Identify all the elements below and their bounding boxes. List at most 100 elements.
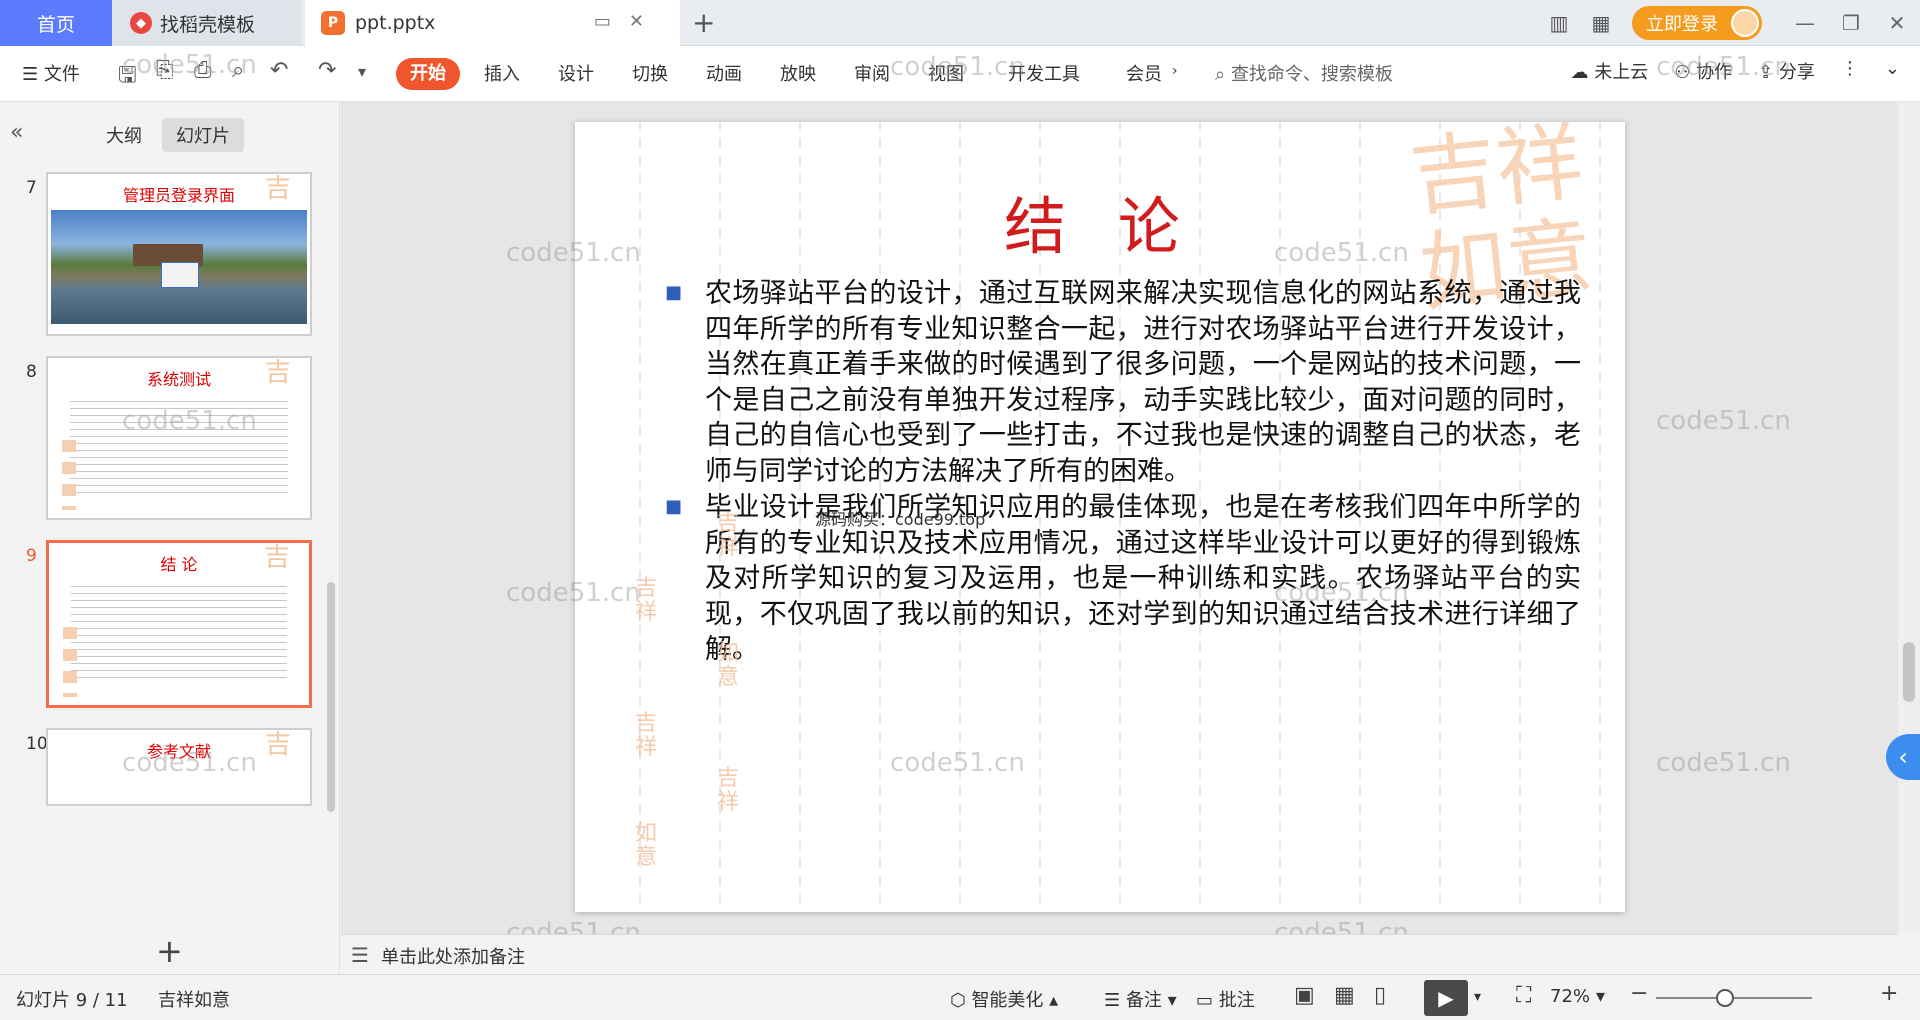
slide-counter: 幻灯片 9 / 11 (16, 990, 128, 1011)
slide-paragraph[interactable]: 农场驿站平台的设计，通过互联网来解决实现信息化的网站系统，通过我四年所学的所有专… (705, 276, 1581, 489)
seal-decoration: 吉祥 (716, 511, 739, 560)
cloud-status-button[interactable]: ☁ 未上云 (1571, 58, 1649, 84)
notes-bar[interactable]: ☰ 单击此处添加备注 (341, 934, 1898, 974)
avatar (1731, 9, 1759, 37)
ribbon-tab-member[interactable]: 会员 (1126, 60, 1162, 86)
apps-grid-icon[interactable]: ▦ (1580, 11, 1622, 35)
command-search[interactable]: ⌕ 查找命令、搜索模板 (1215, 60, 1393, 86)
zoom-out-icon[interactable]: − (1630, 981, 1648, 1006)
smart-beautify-button[interactable]: ⬡ 智能美化 ▴ (950, 986, 1058, 1012)
play-options-dropdown-icon[interactable]: ▾ (1474, 989, 1481, 1005)
seal-decoration: 如意 (716, 641, 739, 690)
file-menu[interactable]: ☰ 文件 (22, 60, 80, 86)
thumbnail-slide[interactable]: 系统测试 吉 (46, 356, 312, 520)
seal-decoration: 如意 (634, 821, 657, 870)
search-icon: ⌕ (1215, 64, 1226, 85)
thumbnail-text-lines (71, 583, 287, 683)
play-slideshow-icon[interactable]: ▶ (1424, 980, 1468, 1016)
cloud-status-label: 未上云 (1594, 62, 1649, 83)
ribbon-more-icon[interactable]: › (1172, 63, 1178, 79)
login-button[interactable]: 立即登录 (1632, 6, 1762, 40)
reading-view-icon[interactable]: ▯ (1374, 983, 1386, 1008)
watermark: code51.cn (122, 406, 257, 436)
ribbon-tab-start[interactable]: 开始 (396, 58, 460, 90)
tab-template-store[interactable]: ◆ 找稻壳模板 (112, 0, 302, 46)
new-tab-icon[interactable]: + (692, 6, 715, 39)
ribbon-tab-insert[interactable]: 插入 (484, 60, 520, 86)
zoom-dropdown-icon[interactable]: ▾ (1596, 986, 1605, 1007)
minimize-icon[interactable]: — (1782, 11, 1828, 35)
thumbnail-photo (51, 210, 307, 324)
watermark: code51.cn (1274, 238, 1409, 268)
slide-sorter-icon[interactable]: ▦ (1334, 983, 1355, 1008)
comment-icon: ▭ (1196, 990, 1219, 1011)
notes-button-label: 备注 (1125, 990, 1162, 1011)
notes-placeholder: 单击此处添加备注 (381, 947, 525, 968)
zoom-slider-handle[interactable] (1716, 989, 1734, 1007)
collapse-ribbon-icon[interactable]: ⌄ (1885, 58, 1900, 84)
add-slide-icon[interactable]: + (156, 932, 183, 970)
ribbon-tab-animation[interactable]: 动画 (706, 60, 742, 86)
watermark: code51.cn (506, 578, 641, 608)
smart-beautify-label: 智能美化 (971, 990, 1044, 1011)
tab-home-label: 首页 (36, 13, 75, 36)
thumbnail-slide-selected[interactable]: 结 论 吉 (46, 540, 312, 708)
thumbnail-seal-decoration (63, 627, 77, 697)
window-layout-icon[interactable]: ▥ (1538, 11, 1580, 35)
thumbnail-number: 7 (26, 178, 37, 198)
panel-scrollbar[interactable] (327, 582, 335, 812)
ribbon-tab-review[interactable]: 审阅 (854, 60, 890, 86)
tab-close-icon[interactable]: ▭✕ (594, 11, 662, 32)
ppt-file-icon: P (321, 11, 345, 35)
restore-icon[interactable]: ❐ (1828, 11, 1874, 35)
comment-button[interactable]: ▭ 批注 (1196, 986, 1255, 1012)
canvas-scrollbar[interactable] (1898, 102, 1920, 934)
comment-button-label: 批注 (1218, 990, 1255, 1011)
scrollbar-thumb[interactable] (1903, 642, 1915, 702)
view-tabs: 大纲 幻灯片 (92, 118, 244, 152)
undo-icon[interactable]: ↶ (270, 58, 288, 83)
daoke-logo-icon: ◆ (130, 12, 152, 34)
more-options-icon[interactable]: ⋮ (1841, 58, 1859, 84)
ribbon-tab-slideshow[interactable]: 放映 (780, 60, 816, 86)
zoom-level[interactable]: 72% (1550, 986, 1590, 1007)
status-bar: 幻灯片 9 / 11 吉祥如意 ⬡ 智能美化 ▴ ☰ 备注 ▾ ▭ 批注 ▣ ▦… (0, 974, 1920, 1020)
ribbon-tab-transition[interactable]: 切换 (632, 60, 668, 86)
login-button-label: 立即登录 (1646, 14, 1718, 35)
zoom-in-icon[interactable]: + (1880, 981, 1898, 1006)
slide-title[interactable]: 结 论 (575, 176, 1625, 266)
close-window-icon[interactable]: ✕ (1874, 11, 1920, 35)
thumbnail-number: 8 (26, 362, 37, 382)
title-right-controls: ▥ ▦ 立即登录 — ❐ ✕ (1538, 0, 1920, 46)
notes-toggle-icon: ☰ (1104, 990, 1126, 1011)
normal-view-icon[interactable]: ▣ (1294, 983, 1315, 1008)
hamburger-icon: ☰ (22, 64, 44, 85)
slide[interactable]: 吉祥如意 结 论 ■ 农场驿站平台的设计，通过互联网来解决实现信息化的网站系统，… (575, 122, 1625, 912)
bullet-icon: ■ (665, 282, 683, 303)
file-menu-label: 文件 (43, 64, 80, 85)
tab-outline[interactable]: 大纲 (92, 118, 156, 152)
bullet-icon: ■ (665, 496, 683, 517)
zoom-slider[interactable] (1656, 997, 1812, 999)
thumbnail-slide[interactable]: 管理员登录界面 吉 (46, 172, 312, 336)
quick-access-dropdown-icon[interactable]: ▾ (358, 62, 366, 81)
watermark: code51.cn (1656, 748, 1791, 778)
tab-slides[interactable]: 幻灯片 (162, 118, 244, 152)
watermark: code51.cn (890, 748, 1025, 778)
theme-name[interactable]: 吉祥如意 (158, 986, 230, 1012)
tab-document[interactable]: P ppt.pptx ▭✕ (305, 0, 680, 46)
seal-decoration: 吉祥 (716, 766, 739, 815)
fit-window-icon[interactable]: ⛶ (1516, 983, 1531, 1008)
search-placeholder: 查找命令、搜索模板 (1230, 64, 1393, 85)
watermark: code51.cn (122, 748, 257, 778)
collapse-panel-icon[interactable]: « (10, 120, 23, 145)
redo-icon[interactable]: ↷ (318, 58, 336, 83)
watermark: code51.cn (1656, 52, 1791, 82)
watermark: code51.cn (506, 238, 641, 268)
ribbon-tab-design[interactable]: 设计 (558, 60, 594, 86)
tab-home[interactable]: 首页 (0, 0, 112, 46)
watermark: code51.cn (890, 52, 1025, 82)
notes-button[interactable]: ☰ 备注 ▾ (1104, 986, 1177, 1012)
notes-icon: ☰ (351, 943, 369, 967)
watermark: code51.cn (1274, 578, 1409, 608)
